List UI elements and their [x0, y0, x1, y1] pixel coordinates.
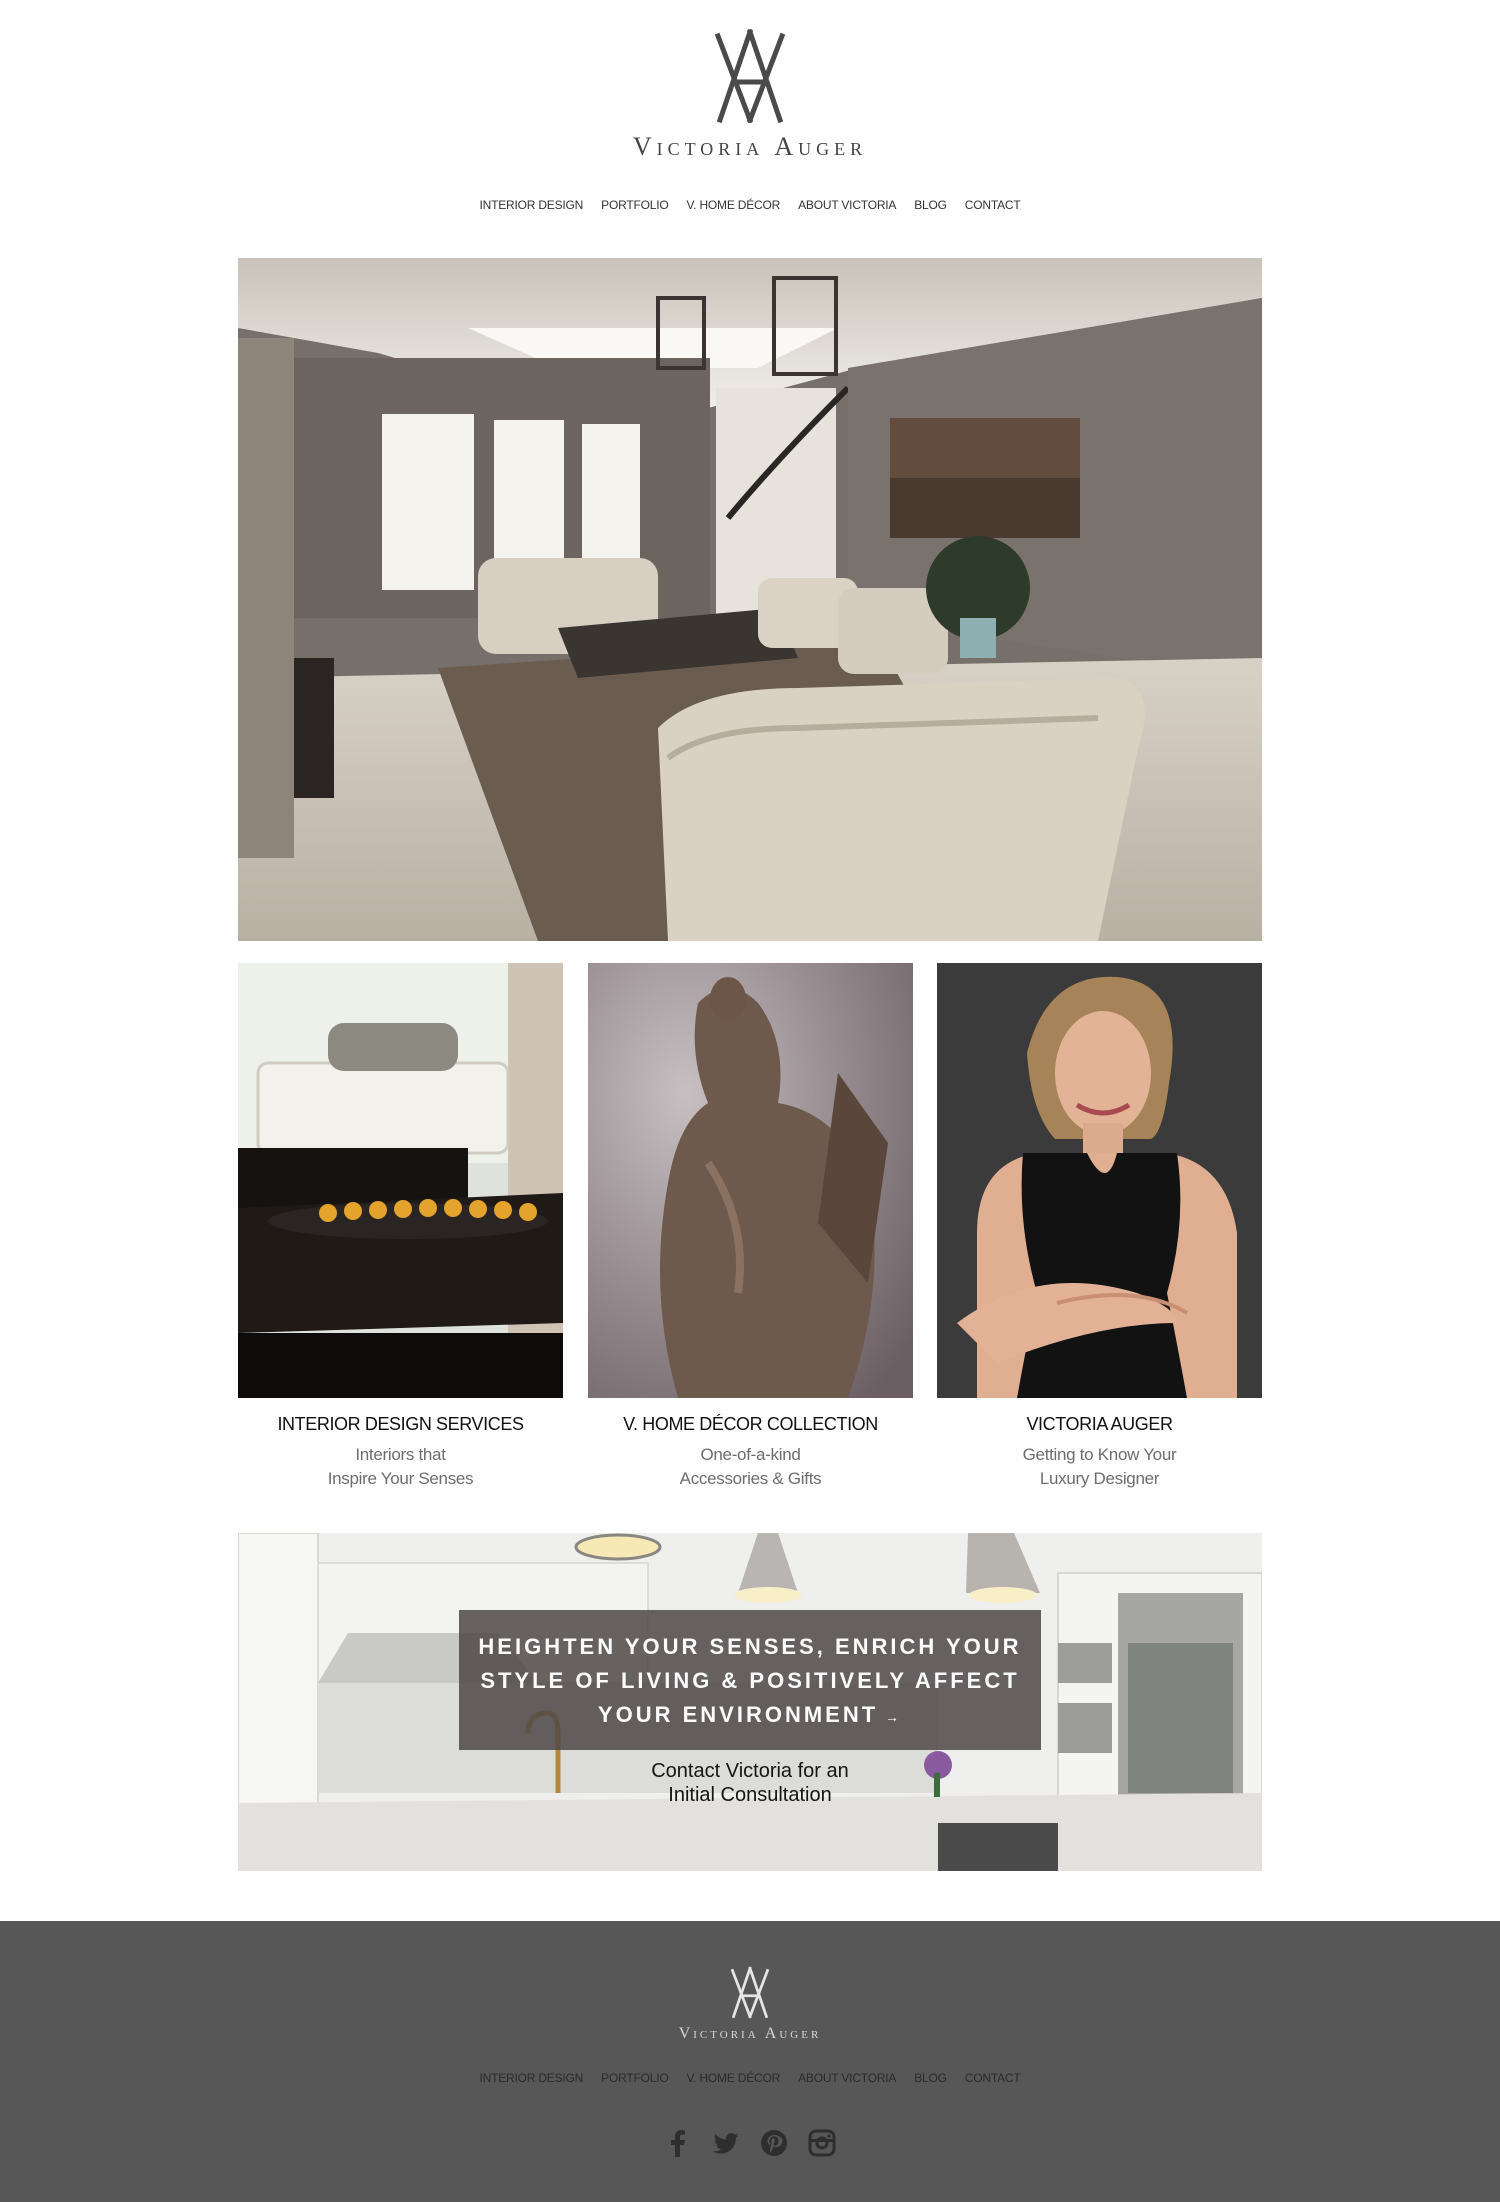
card-title[interactable]: VICTORIA AUGER — [937, 1414, 1262, 1435]
designer-portrait-image[interactable] — [937, 963, 1262, 1398]
logo-wordmark[interactable]: Victoria Auger — [0, 132, 1500, 162]
card-subtitle-line: Accessories & Gifts — [679, 1469, 822, 1488]
twitter-icon[interactable] — [711, 2128, 741, 2158]
living-room-illustration — [238, 258, 1262, 941]
site-header: Victoria Auger INTERIOR DESIGN PORTFOLIO… — [0, 0, 1500, 250]
social-links — [0, 2128, 1500, 2158]
footer-nav-portfolio[interactable]: PORTFOLIO — [601, 2071, 669, 2085]
footer-nav-home-decor[interactable]: V. HOME DÉCOR — [686, 2071, 780, 2085]
card-interior-design[interactable]: INTERIOR DESIGN SERVICES Interiors that … — [238, 963, 563, 1491]
footer-nav-about-victoria[interactable]: ABOUT VICTORIA — [798, 2071, 896, 2085]
consultation-link[interactable]: Contact Victoria for an Initial Consulta… — [459, 1759, 1041, 1807]
main-nav: INTERIOR DESIGN PORTFOLIO V. HOME DÉCOR … — [0, 196, 1500, 214]
card-subtitle: One-of-a-kind Accessories & Gifts — [588, 1443, 913, 1491]
arrow-right-icon[interactable]: → — [878, 1709, 902, 1725]
footer-logo-monogram-icon[interactable] — [727, 1966, 773, 2020]
footer-wordmark[interactable]: Victoria Auger — [0, 2025, 1500, 2043]
card-title[interactable]: V. HOME DÉCOR COLLECTION — [588, 1414, 913, 1435]
pinterest-icon[interactable] — [759, 2128, 789, 2158]
card-subtitle-line: Interiors that — [355, 1445, 446, 1464]
footer-nav-interior-design[interactable]: INTERIOR DESIGN — [479, 2071, 583, 2085]
card-subtitle-line: Luxury Designer — [1039, 1469, 1160, 1488]
feature-cards: INTERIOR DESIGN SERVICES Interiors that … — [238, 963, 1262, 1503]
card-victoria-auger[interactable]: VICTORIA AUGER Getting to Know Your Luxu… — [937, 963, 1262, 1491]
hero-living-room-image — [238, 258, 1262, 941]
consultation-banner[interactable]: HEIGHTEN YOUR SENSES, ENRICH YOUR STYLE … — [238, 1533, 1262, 1871]
facebook-icon[interactable] — [663, 2128, 693, 2158]
nav-home-decor[interactable]: V. HOME DÉCOR — [686, 196, 780, 214]
card-subtitle: Getting to Know Your Luxury Designer — [937, 1443, 1262, 1491]
nav-blog[interactable]: BLOG — [914, 196, 947, 214]
designer-portrait-illustration — [937, 963, 1262, 1398]
nav-about-victoria[interactable]: ABOUT VICTORIA — [798, 196, 896, 214]
card-subtitle: Interiors that Inspire Your Senses — [238, 1443, 563, 1491]
footer-nav-contact[interactable]: CONTACT — [965, 2071, 1021, 2085]
footer-nav-blog[interactable]: BLOG — [914, 2071, 947, 2085]
statue-image[interactable] — [588, 963, 913, 1398]
logo-monogram-icon[interactable] — [708, 28, 792, 126]
card-subtitle-line: Getting to Know Your — [1022, 1445, 1177, 1464]
dining-table-illustration — [238, 963, 563, 1398]
card-subtitle-line: Inspire Your Senses — [327, 1469, 474, 1488]
card-home-decor[interactable]: V. HOME DÉCOR COLLECTION One-of-a-kind A… — [588, 963, 913, 1491]
card-title[interactable]: INTERIOR DESIGN SERVICES — [238, 1414, 563, 1435]
instagram-icon[interactable] — [807, 2128, 837, 2158]
card-subtitle-line: One-of-a-kind — [700, 1445, 801, 1464]
dining-table-image[interactable] — [238, 963, 563, 1398]
site-footer: Victoria Auger INTERIOR DESIGN PORTFOLIO… — [0, 1921, 1500, 2202]
nav-portfolio[interactable]: PORTFOLIO — [601, 196, 669, 214]
nav-interior-design[interactable]: INTERIOR DESIGN — [479, 196, 583, 214]
nav-contact[interactable]: CONTACT — [965, 196, 1021, 214]
statue-illustration — [588, 963, 913, 1398]
footer-nav: INTERIOR DESIGN PORTFOLIO V. HOME DÉCOR … — [0, 2071, 1500, 2085]
cta-headline-box[interactable]: HEIGHTEN YOUR SENSES, ENRICH YOUR STYLE … — [459, 1610, 1041, 1750]
cta-headline[interactable]: HEIGHTEN YOUR SENSES, ENRICH YOUR STYLE … — [459, 1630, 1041, 1734]
